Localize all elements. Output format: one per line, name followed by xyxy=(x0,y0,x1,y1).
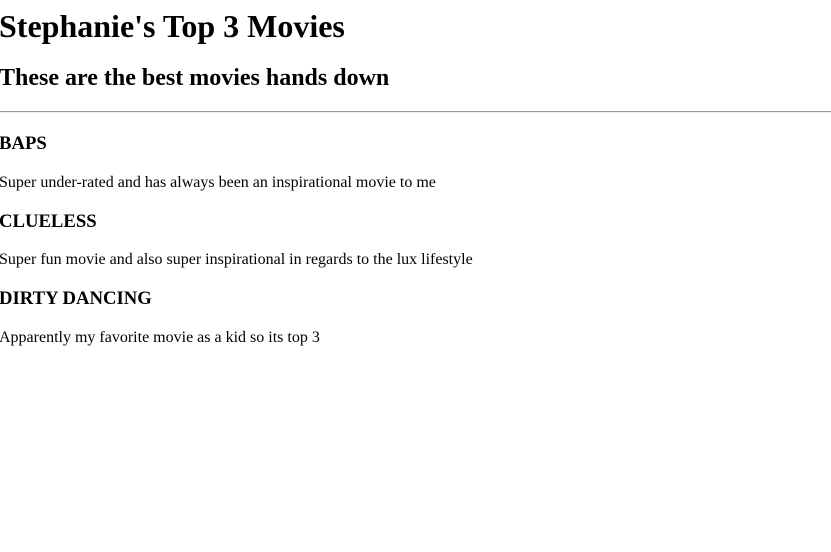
divider xyxy=(0,111,831,113)
page: Stephanie's Top 3 Movies These are the b… xyxy=(0,0,831,552)
movie-description: Apparently my favorite movie as a kid so… xyxy=(0,329,320,346)
movie-title: BAPS xyxy=(0,133,47,154)
movie-description: Super under-rated and has always been an… xyxy=(0,174,436,191)
movie-title: CLUELESS xyxy=(0,211,97,232)
page-title: Stephanie's Top 3 Movies xyxy=(0,8,345,44)
movie-title: DIRTY DANCING xyxy=(0,288,152,309)
page-subtitle: These are the best movies hands down xyxy=(0,65,390,91)
movie-description: Super fun movie and also super inspirati… xyxy=(0,251,473,268)
